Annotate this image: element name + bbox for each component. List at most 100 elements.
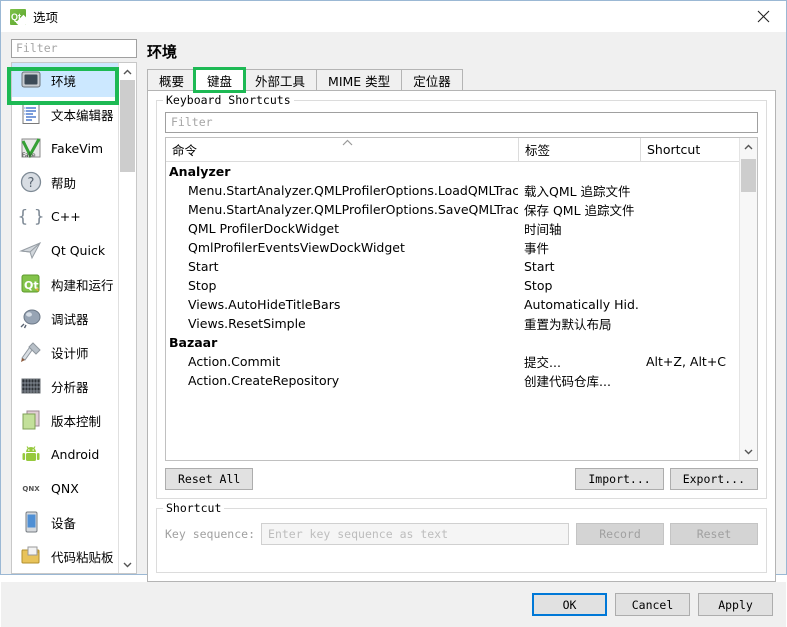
dialog-content: Filter 环境文本编辑器 Fake FakeVim ? 帮助 { } C++ Qt Qui… — [1, 32, 786, 582]
table-group-row[interactable]: Analyzer — [166, 162, 739, 181]
text-editor-icon — [19, 102, 43, 126]
key-sequence-label: Key sequence: — [165, 527, 256, 541]
table-header-2[interactable]: Shortcut — [640, 138, 739, 161]
shortcuts-scroll-thumb[interactable] — [741, 159, 756, 192]
sidebar-item-8[interactable]: 设计师 — [12, 335, 118, 369]
title-bar-left: 选项 — [1, 7, 58, 26]
close-icon[interactable] — [741, 1, 786, 31]
build-and-run-icon: Qt — [19, 272, 43, 296]
sidebar-item-2[interactable]: Fake FakeVim — [12, 131, 118, 165]
sidebar-item-label: 构建和运行 — [51, 277, 114, 293]
qtquick-icon — [19, 238, 43, 262]
table-row[interactable]: Action.Commit 提交... Alt+Z, Alt+C — [166, 352, 739, 371]
shortcuts-table: 命令 标签 Shortcut Analyzer Menu.StartAnalyzer.… — [166, 138, 739, 460]
category-scroll-track[interactable] — [119, 80, 136, 556]
sidebar-item-13[interactable]: 设备 — [12, 505, 118, 539]
export-button[interactable]: Export... — [669, 468, 758, 490]
table-row[interactable]: QmlProfilerEventsViewDockWidget 事件 — [166, 238, 739, 257]
ok-button[interactable]: OK — [532, 593, 607, 616]
table-row[interactable]: Views.AutoHideTitleBars Automatically Hid… — [166, 295, 739, 314]
sidebar-item-11[interactable]: Android — [12, 437, 118, 471]
sidebar-item-5[interactable]: Qt Quick — [12, 233, 118, 267]
table-cell-command: Start — [188, 259, 219, 274]
table-cell-label: 事件 — [524, 241, 550, 256]
table-header-1[interactable]: 标签 — [518, 138, 640, 161]
sidebar-item-4[interactable]: { } C++ — [12, 199, 118, 233]
sidebar-item-0[interactable]: 环境 — [12, 63, 118, 97]
shortcuts-table-container: 命令 标签 Shortcut Analyzer Menu.StartAnalyzer.… — [165, 137, 758, 461]
sidebar-item-14[interactable]: 代码粘贴板 — [12, 539, 118, 573]
sidebar-item-9[interactable]: 分析器 — [12, 369, 118, 403]
table-cell-label: 提交... — [524, 355, 561, 370]
reset-shortcut-button[interactable]: Reset — [670, 523, 758, 545]
table-cell-label: Automatically Hid... — [524, 297, 640, 312]
table-row[interactable]: Menu.StartAnalyzer.QMLProfilerOptions.Sa… — [166, 200, 739, 219]
record-button[interactable]: Record — [576, 523, 664, 545]
table-row[interactable]: Menu.StartAnalyzer.QMLProfilerOptions.Lo… — [166, 181, 739, 200]
table-cell-label: Start — [524, 259, 555, 274]
main-panel: 环境 概要 键盘 外部工具 MIME 类型 定位器 Keyboard Shortcuts… — [147, 39, 776, 582]
table-row[interactable]: QML ProfilerDockWidget 时间轴 — [166, 219, 739, 238]
sidebar-filter-input[interactable]: Filter — [11, 39, 137, 58]
sidebar-item-6[interactable]: Qt 构建和运行 — [12, 267, 118, 301]
sort-ascending-icon — [342, 139, 353, 149]
table-row[interactable]: Views.ResetSimple 重置为默认布局 — [166, 314, 739, 333]
chevron-down-icon[interactable] — [740, 443, 757, 460]
qnx-icon: QNX — [19, 476, 43, 500]
cancel-button[interactable]: Cancel — [615, 593, 690, 616]
fakevim-icon: Fake — [19, 136, 43, 160]
sidebar-item-12[interactable]: QNX QNX — [12, 471, 118, 505]
table-cell-command: QML ProfilerDockWidget — [188, 221, 339, 236]
table-row[interactable]: Start Start — [166, 257, 739, 276]
sidebar-item-label: 代码粘贴板 — [51, 549, 114, 565]
svg-text:QNX: QNX — [22, 485, 40, 493]
tab-0[interactable]: 概要 — [147, 69, 197, 90]
table-cell-command: Analyzer — [169, 164, 231, 179]
tab-label: 定位器 — [413, 73, 451, 89]
sidebar-item-1[interactable]: 文本编辑器 — [12, 97, 118, 131]
tab-2[interactable]: 外部工具 — [243, 69, 318, 90]
tab-3[interactable]: MIME 类型 — [316, 69, 403, 90]
shortcuts-scroll-track[interactable] — [740, 155, 757, 443]
chevron-up-icon[interactable] — [119, 63, 136, 80]
sidebar-item-3[interactable]: ? 帮助 — [12, 165, 118, 199]
shortcuts-filter-input[interactable]: Filter — [165, 112, 758, 133]
table-cell-command: QmlProfilerEventsViewDockWidget — [188, 240, 405, 255]
table-header-0[interactable]: 命令 — [166, 138, 518, 161]
shortcuts-table-header: 命令 标签 Shortcut — [166, 138, 739, 162]
category-scroll-thumb[interactable] — [120, 80, 135, 172]
options-dialog: 选项 Filter 环境文本编辑器 Fake FakeVim ? 帮助 { } C++ Qt … — [0, 0, 787, 627]
category-list-scrollbar[interactable] — [118, 63, 136, 573]
sidebar-item-label: FakeVim — [51, 140, 104, 156]
apply-button[interactable]: Apply — [698, 593, 773, 616]
chevron-up-icon[interactable] — [740, 138, 757, 155]
svg-text:{ }: { } — [19, 207, 43, 227]
chevron-down-icon[interactable] — [119, 556, 136, 573]
table-row[interactable]: Action.CreateRepository 创建代码仓库... — [166, 371, 739, 390]
table-cell-command: Stop — [188, 278, 217, 293]
table-cell-label: Stop — [524, 278, 553, 293]
shortcut-group: Shortcut Key sequence: Enter key sequenc… — [156, 501, 767, 573]
sidebar-item-10[interactable]: 版本控制 — [12, 403, 118, 437]
key-sequence-input[interactable]: Enter key sequence as text — [261, 523, 569, 545]
table-cell-label: 保存 QML 追踪文件 — [524, 203, 635, 218]
sidebar-item-7[interactable]: 调试器 — [12, 301, 118, 335]
tab-label: 键盘 — [207, 74, 233, 89]
table-header-label: 标签 — [525, 143, 551, 158]
tab-1[interactable]: 键盘 — [193, 67, 247, 93]
tab-4[interactable]: 定位器 — [401, 69, 463, 90]
sidebar-item-label: 帮助 — [51, 175, 77, 191]
category-list-container: 环境文本编辑器 Fake FakeVim ? 帮助 { } C++ Qt Quick Qt 构建和… — [11, 62, 137, 574]
table-group-row[interactable]: Bazaar — [166, 333, 739, 352]
import-button[interactable]: Import... — [575, 468, 664, 490]
environment-icon — [19, 68, 43, 92]
sidebar-item-label: C++ — [51, 208, 81, 224]
sidebar-item-label: 设备 — [51, 515, 77, 531]
table-cell-label: 时间轴 — [524, 222, 562, 237]
shortcuts-table-scrollbar[interactable] — [739, 138, 757, 460]
sidebar-item-label: 环境 — [51, 73, 77, 89]
reset-all-button[interactable]: Reset All — [165, 468, 254, 490]
table-row[interactable]: Stop Stop — [166, 276, 739, 295]
sidebar-item-label: Qt Quick — [51, 242, 106, 258]
category-list: 环境文本编辑器 Fake FakeVim ? 帮助 { } C++ Qt Quick Qt 构建和… — [12, 63, 118, 573]
